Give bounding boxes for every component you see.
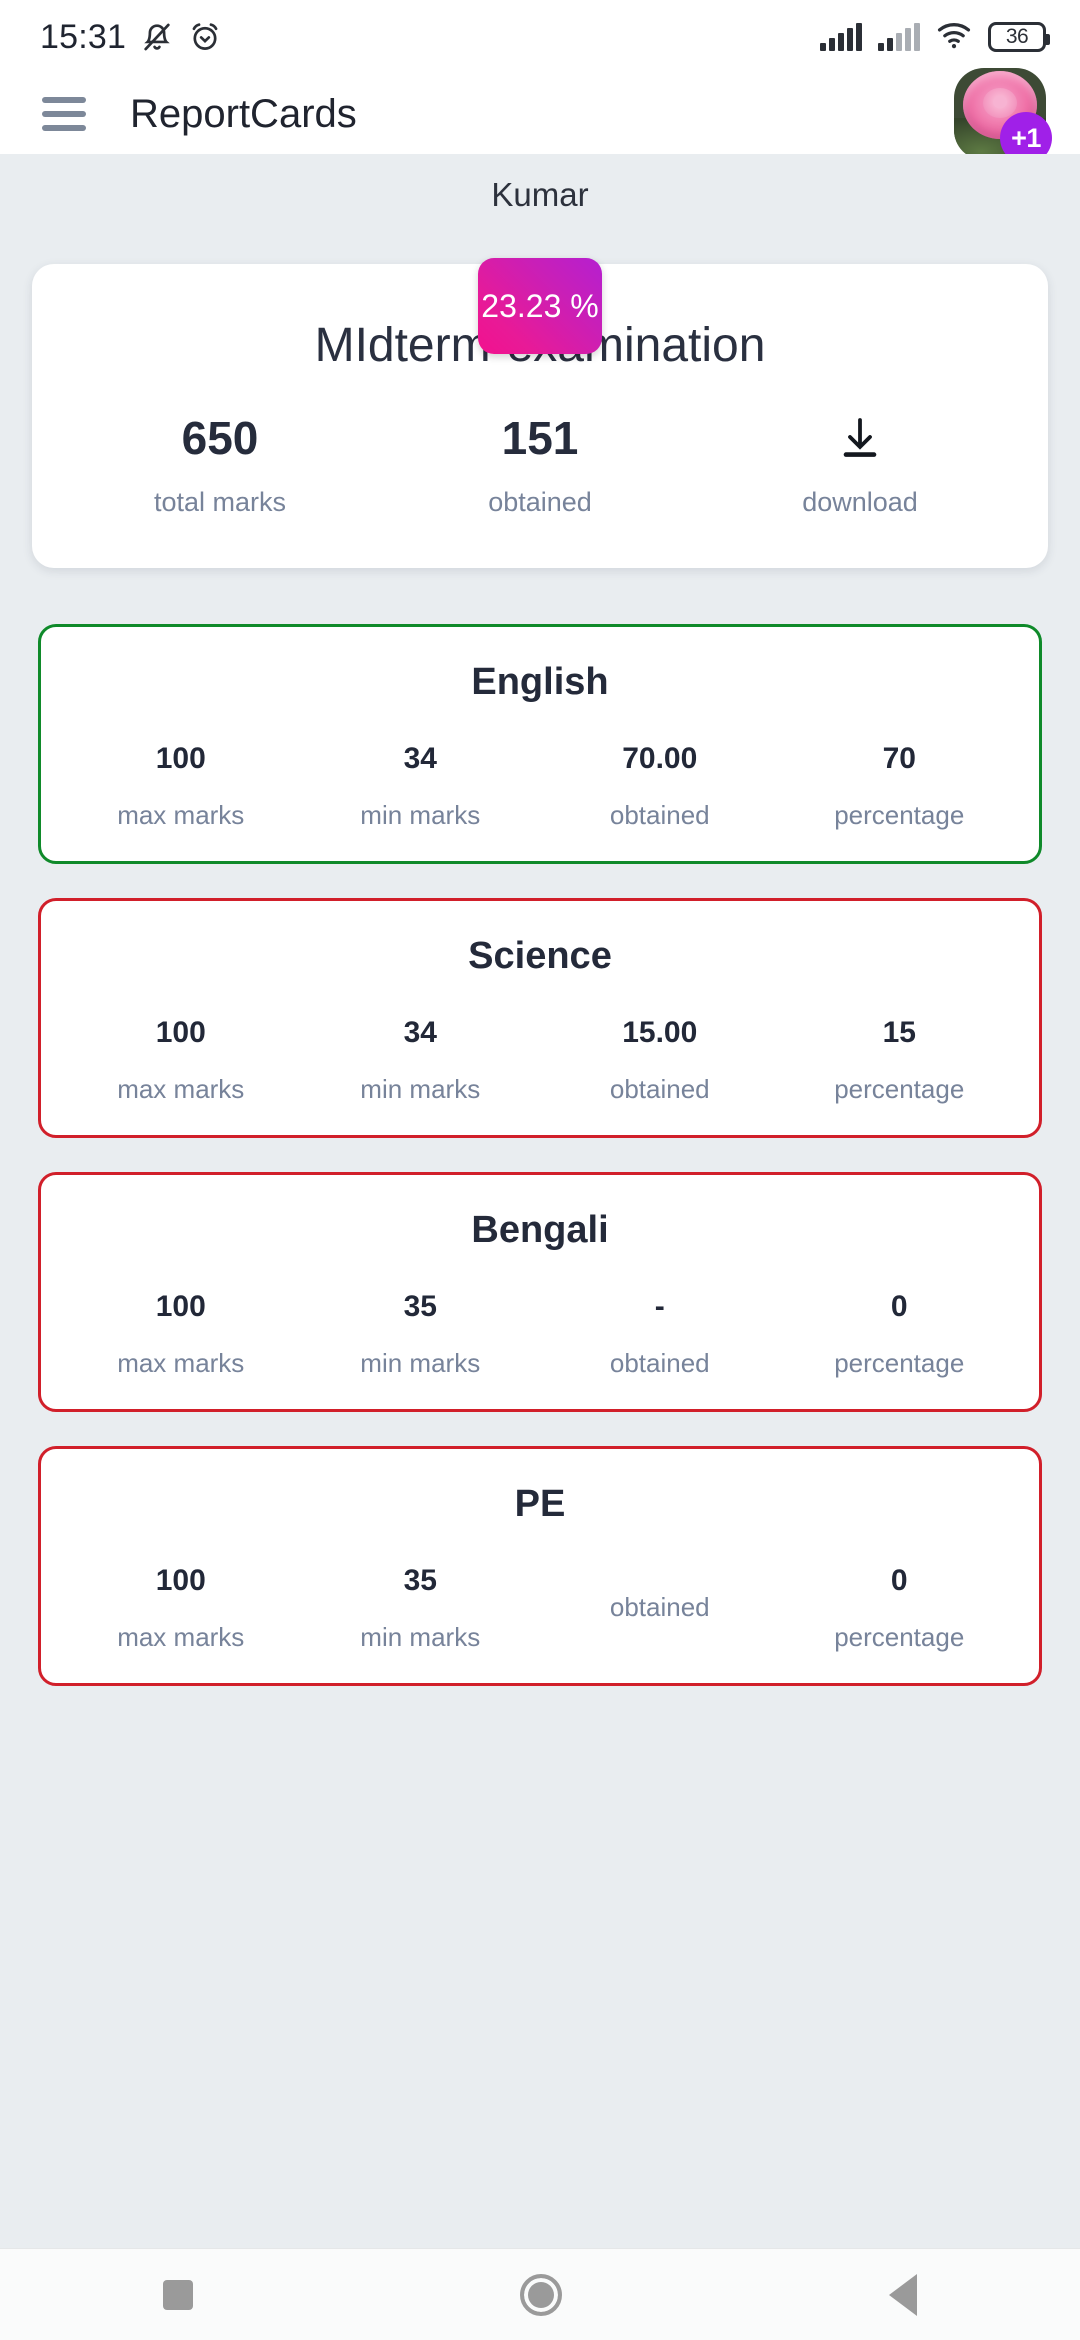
obtained-value: 151 [501,412,579,464]
min-marks-cell: 35 min marks [301,1566,541,1653]
hamburger-icon[interactable] [42,97,86,131]
min-marks-label: min marks [360,800,481,830]
subject-list: English 100 max marks 34 min marks 70.00… [0,624,1080,1686]
wifi-icon [936,20,972,55]
max-marks-cell: 100 max marks [61,1292,301,1379]
percentage-cell: 0 percentage [780,1566,1020,1653]
subject-stats-row: 100 max marks 34 min marks 70.00 obtaine… [61,744,1019,831]
main-content: Kumar 23.23 % MIdterm-examination 650 to… [0,154,1080,2248]
obtained-label: obtained [488,487,592,517]
min-marks-label: min marks [360,1348,481,1378]
download-icon[interactable] [700,415,1020,461]
obtained-label: obtained [609,1074,710,1104]
summary-section: 23.23 % MIdterm-examination 650 total ma… [0,258,1080,568]
download-action[interactable]: download [700,415,1020,518]
obtained-value: 70.00 [622,742,698,775]
min-marks-cell: 35 min marks [301,1292,541,1379]
android-nav-bar [0,2248,1080,2340]
phone-screen: 15:31 36 ReportCards +1 Kumar 23.23 % 65… [0,0,1080,2340]
subject-name: Science [468,935,612,977]
obtained-cell: 70.00 obtained [540,744,780,831]
percentage-value: 0 [890,1290,908,1323]
subject-card-science[interactable]: Science 100 max marks 34 min marks 15.00… [38,898,1042,1138]
subject-stats-row: 100 max marks 34 min marks 15.00 obtaine… [61,1018,1019,1105]
battery-level: 36 [1005,25,1029,48]
battery-icon: 36 [988,22,1050,52]
obtained-cell: - obtained [540,1292,780,1379]
max-marks-label: max marks [117,800,245,830]
percentage-cell: 70 percentage [780,744,1020,831]
status-bar: 15:31 36 [0,0,1080,74]
subject-name: English [471,661,609,703]
alarm-icon [188,20,222,54]
subject-card-english[interactable]: English 100 max marks 34 min marks 70.00… [38,624,1042,864]
max-marks-label: max marks [117,1622,245,1652]
status-bar-right: 36 [820,20,1050,55]
obtained-value: 15.00 [622,1016,698,1049]
percentage-cell: 15 percentage [780,1018,1020,1105]
percentage-label: percentage [834,1622,965,1652]
subject-card-bengali[interactable]: Bengali 100 max marks 35 min marks - obt… [38,1172,1042,1412]
obtained-label: obtained [609,800,710,830]
subject-card-pe[interactable]: PE 100 max marks 35 min marks obtained 0… [38,1446,1042,1686]
signal-icon [878,23,920,51]
obtained-cell: 15.00 obtained [540,1018,780,1105]
min-marks-value: 35 [403,1290,437,1323]
min-marks-value: 35 [403,1564,437,1597]
recents-square-icon[interactable] [163,2279,194,2310]
subject-stats-row: 100 max marks 35 min marks obtained 0 pe… [61,1566,1019,1653]
signal-icon [820,23,862,51]
avatar[interactable]: +1 [954,68,1052,164]
percentage-label: percentage [834,1074,965,1104]
percentage-badge: 23.23 % [478,258,602,354]
obtained-label: obtained [609,1348,710,1378]
percentage-label: percentage [834,1348,965,1378]
min-marks-value: 34 [403,742,437,775]
min-marks-label: min marks [360,1074,481,1104]
app-bar: ReportCards +1 [0,68,1080,164]
percentage-value: 0 [890,1564,908,1597]
subject-name: Bengali [471,1209,609,1251]
percentage-label: percentage [834,800,965,830]
back-triangle-icon[interactable] [888,2273,917,2316]
obtained-value: - [654,1290,665,1323]
min-marks-cell: 34 min marks [301,1018,541,1105]
total-marks-value: 650 [181,412,259,464]
max-marks-value: 100 [155,742,206,775]
max-marks-value: 100 [155,1564,206,1597]
max-marks-label: max marks [117,1074,245,1104]
download-label: download [802,487,918,517]
percentage-cell: 0 percentage [780,1292,1020,1379]
percentage-value: 15 [882,1016,916,1049]
max-marks-value: 100 [155,1290,206,1323]
min-marks-label: min marks [360,1622,481,1652]
obtained-cell: obtained [540,1566,780,1653]
student-name: Kumar [491,176,589,213]
summary-stats-row: 650 total marks 151 obtained download [60,415,1020,518]
obtained-label: obtained [609,1592,710,1622]
subject-name: PE [514,1483,566,1525]
bell-off-icon [140,20,174,54]
subject-stats-row: 100 max marks 35 min marks - obtained 0 … [61,1292,1019,1379]
percentage-value: 70 [882,742,916,775]
min-marks-cell: 34 min marks [301,744,541,831]
status-bar-left: 15:31 [40,18,222,57]
max-marks-cell: 100 max marks [61,1018,301,1105]
max-marks-value: 100 [155,1016,206,1049]
obtained-stat: 151 obtained [380,415,700,518]
app-title: ReportCards [130,91,357,136]
min-marks-value: 34 [403,1016,437,1049]
max-marks-label: max marks [117,1348,245,1378]
total-marks-stat: 650 total marks [60,415,380,518]
status-clock: 15:31 [40,17,127,56]
total-marks-label: total marks [153,487,287,517]
max-marks-cell: 100 max marks [61,744,301,831]
max-marks-cell: 100 max marks [61,1566,301,1653]
home-circle-icon[interactable] [519,2273,562,2316]
